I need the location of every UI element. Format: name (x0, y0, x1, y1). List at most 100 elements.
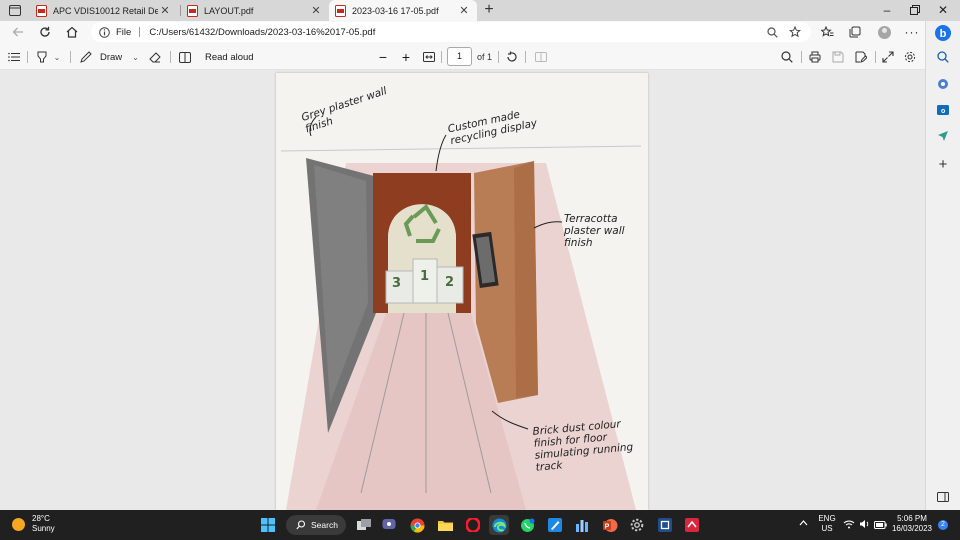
save-button[interactable] (829, 47, 847, 67)
taskbar-whatsapp[interactable] (517, 515, 537, 535)
toolbar-divider (498, 51, 499, 63)
tab-title: APC VDIS10012 Retail Design As (53, 5, 158, 16)
back-button[interactable] (7, 22, 29, 42)
notification-badge[interactable]: 2 (938, 520, 948, 530)
minimize-button[interactable]: – (874, 0, 900, 21)
quick-settings-button[interactable] (843, 519, 888, 532)
page-view-button[interactable] (176, 47, 194, 67)
svg-text:o: o (941, 108, 945, 115)
sidebar-toggle-button[interactable] (934, 488, 952, 506)
save-as-button[interactable] (852, 47, 870, 67)
two-pages-icon (535, 52, 547, 62)
taskbar-calculator[interactable] (572, 515, 592, 535)
taskbar-file-explorer[interactable] (435, 515, 455, 535)
taskbar-settings[interactable] (627, 515, 647, 535)
url-box[interactable]: File C:/Users/61432/Downloads/2023-03-16… (91, 22, 811, 42)
toolbar-divider (27, 51, 28, 63)
sidebar-outlook-button[interactable]: o (934, 101, 952, 119)
taskbar-paint[interactable] (545, 515, 565, 535)
restore-icon (910, 5, 920, 15)
close-tab-icon[interactable]: ✕ (158, 4, 172, 17)
highlight-button[interactable]: ⌄ (32, 47, 64, 67)
refresh-icon (40, 26, 50, 37)
search-icon (781, 51, 793, 63)
contents-button[interactable] (5, 47, 23, 67)
taskbar-edge[interactable] (489, 515, 509, 535)
highlighter-icon (37, 51, 47, 63)
fullscreen-button[interactable] (879, 47, 897, 67)
powerpoint-icon: P (602, 518, 617, 532)
page-number-input[interactable]: 1 (447, 47, 472, 66)
battery-icon (874, 521, 888, 529)
two-page-button[interactable] (532, 47, 550, 67)
restore-button[interactable] (902, 0, 928, 21)
tab-apc-document[interactable]: APC VDIS10012 Retail Design As ✕ (30, 0, 178, 21)
zoom-out-button[interactable]: − (374, 47, 392, 67)
favorites-star-icon (820, 26, 833, 37)
sidebar-add-button[interactable]: + (934, 155, 952, 173)
read-aloud-button[interactable]: Read aloud (205, 47, 257, 67)
toolbar-divider (525, 51, 526, 63)
taskbar-chrome[interactable] (407, 515, 427, 535)
taskbar-task-view[interactable] (354, 515, 374, 535)
taskbar-search[interactable]: Search (286, 515, 346, 535)
print-button[interactable] (806, 47, 824, 67)
read-aloud-label: Read aloud (205, 51, 254, 63)
pdf-settings-button[interactable] (901, 47, 919, 67)
folder-icon (437, 521, 453, 531)
gear-icon (904, 51, 916, 63)
erase-button[interactable] (146, 47, 164, 67)
collections-button[interactable] (844, 22, 866, 42)
home-button[interactable] (61, 22, 83, 42)
add-favorite-button[interactable] (789, 22, 801, 42)
find-button[interactable] (778, 47, 796, 67)
taskbar-security-app[interactable] (682, 515, 702, 535)
search-page-button[interactable] (767, 22, 778, 42)
favorites-button[interactable] (816, 22, 838, 42)
sidebar-send-button[interactable] (934, 127, 952, 145)
refresh-button[interactable] (34, 22, 56, 42)
language-indicator[interactable]: ENG US (816, 514, 838, 534)
fit-page-button[interactable] (420, 47, 438, 67)
profile-button[interactable] (873, 22, 895, 42)
book-view-icon (179, 51, 191, 63)
edge-sidebar: b o + (925, 21, 960, 510)
list-icon (8, 52, 20, 62)
taskbar-virtualbox[interactable] (655, 515, 675, 535)
site-info-button[interactable]: File (99, 27, 131, 38)
bing-chat-button[interactable]: b (934, 24, 952, 42)
magnifier-icon (767, 26, 778, 38)
podium-number-second: 2 (445, 275, 455, 290)
language-code: ENG (818, 514, 836, 523)
url-text[interactable]: C:/Users/61432/Downloads/2023-03-16%2017… (149, 27, 375, 38)
taskbar-opera[interactable] (463, 515, 483, 535)
new-tab-button[interactable]: + (480, 0, 498, 21)
close-tab-icon[interactable]: ✕ (309, 4, 323, 17)
chrome-icon (409, 518, 425, 533)
zoom-in-button[interactable]: + (397, 47, 415, 67)
tab-current-pdf[interactable]: 2023-03-16 17-05.pdf ✕ (329, 0, 477, 21)
paper-plane-icon (938, 131, 948, 141)
sidebar-tools-button[interactable] (934, 75, 952, 93)
paint-icon (548, 518, 562, 532)
bars-app-icon (576, 520, 588, 532)
close-tab-icon[interactable]: ✕ (457, 4, 471, 17)
draw-label: Draw (100, 51, 123, 63)
sidebar-search-button[interactable] (934, 48, 952, 66)
rotate-button[interactable] (503, 47, 521, 67)
weather-widget[interactable]: 28°C Sunny (12, 514, 55, 534)
taskbar-powerpoint[interactable]: P (600, 515, 620, 535)
settings-more-button[interactable]: ··· (901, 22, 923, 42)
start-button[interactable] (258, 515, 278, 535)
chevron-up-icon (799, 520, 808, 526)
taskbar-teams-chat[interactable] (379, 515, 399, 535)
pdf-file-icon (187, 4, 198, 17)
show-hidden-icons-button[interactable] (799, 519, 808, 529)
home-icon (66, 26, 78, 38)
close-window-button[interactable]: ✕ (930, 0, 956, 21)
clock[interactable]: 5:06 PM 16/03/2023 (890, 514, 934, 534)
tab-layout-pdf[interactable]: LAYOUT.pdf ✕ (181, 0, 329, 21)
draw-button[interactable]: Draw ⌄ (80, 47, 140, 67)
tab-actions-button[interactable] (0, 0, 30, 21)
pdf-viewer[interactable]: Grey plaster wall finish Custom made rec… (0, 70, 925, 510)
